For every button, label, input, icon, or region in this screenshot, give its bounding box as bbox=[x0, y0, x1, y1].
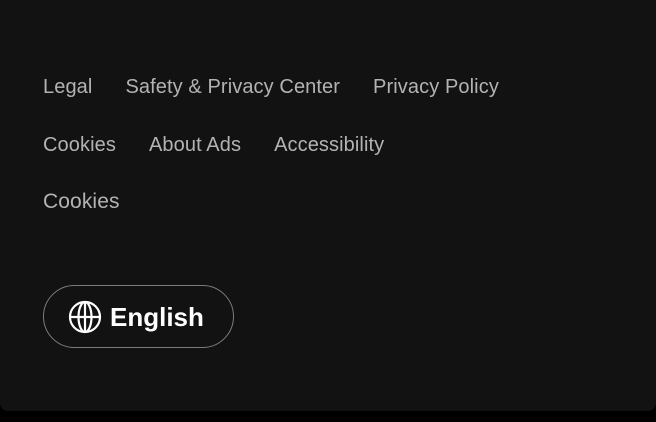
privacy-policy-link[interactable]: Privacy Policy bbox=[373, 74, 499, 100]
cookies-link[interactable]: Cookies bbox=[43, 132, 116, 158]
footer-panel: Legal Safety & Privacy Center Privacy Po… bbox=[0, 0, 656, 411]
legal-link[interactable]: Legal bbox=[43, 74, 92, 100]
language-button[interactable]: English bbox=[43, 285, 234, 348]
footer-links-row-3: Cookies bbox=[43, 189, 153, 215]
footer-links-row-1: Legal Safety & Privacy Center Privacy Po… bbox=[43, 74, 532, 100]
footer-links-row-2: Cookies About Ads Accessibility bbox=[43, 132, 417, 158]
accessibility-link[interactable]: Accessibility bbox=[274, 132, 384, 158]
cookies-settings-link[interactable]: Cookies bbox=[43, 189, 120, 215]
globe-icon bbox=[68, 300, 102, 334]
language-label: English bbox=[110, 301, 204, 332]
about-ads-link[interactable]: About Ads bbox=[149, 132, 241, 158]
safety-privacy-center-link[interactable]: Safety & Privacy Center bbox=[125, 74, 340, 100]
